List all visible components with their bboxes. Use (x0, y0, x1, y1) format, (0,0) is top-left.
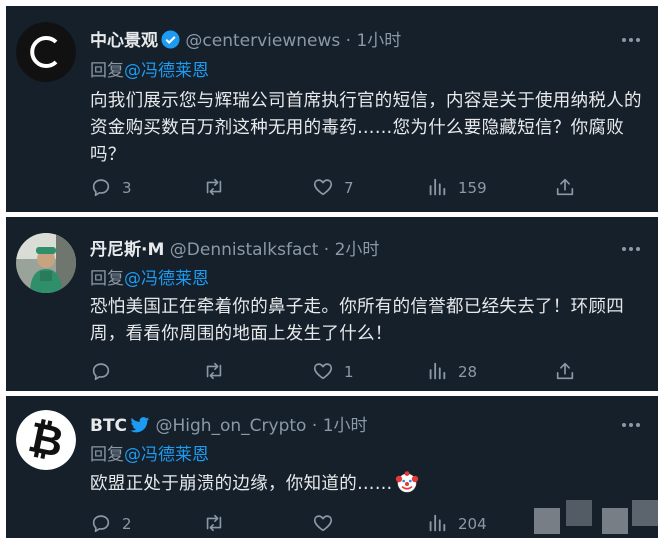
timestamp[interactable]: 2小时 (335, 240, 380, 260)
bar-chart-icon (429, 362, 446, 380)
more-options-icon[interactable] (622, 247, 640, 253)
tweet-2[interactable]: 丹尼斯·M @Dennistalksfact · 2小时 回复@冯德莱恩 恐怕美… (6, 217, 658, 391)
reply-to-link[interactable]: @冯德莱恩 (124, 61, 209, 81)
retweet-icon (206, 362, 222, 380)
reply-count: 2 (122, 515, 132, 533)
reply-count: 3 (122, 179, 132, 197)
heart-icon (313, 179, 333, 196)
retweet-icon (206, 178, 222, 196)
share-upload-icon (556, 178, 574, 196)
speech-bubble-icon (92, 363, 110, 381)
action-bar: 3 7 159 (90, 176, 590, 200)
tweet-header: BTC @High_on_Crypto · 1小时 (90, 415, 368, 440)
bar-chart-icon (429, 514, 446, 532)
view-count: 159 (458, 179, 487, 197)
tweet-text: 恐怕美国正在牵着你的鼻子走。你所有的信誉都已经失去了！环顾四周，看看你周围的地面… (90, 297, 624, 344)
like-count: 7 (344, 179, 354, 197)
reply-prefix: 回复 (90, 445, 124, 465)
bar-chart-icon (429, 178, 446, 196)
display-name[interactable]: 丹尼斯·M (90, 240, 164, 260)
view-count: 204 (458, 515, 487, 533)
watermark-blur (566, 500, 592, 526)
watermark-blur (632, 500, 658, 526)
action-bar: 1 28 (90, 360, 590, 384)
tweet-1[interactable]: 中心景观 @centerviewnews · 1小时 回复@冯德莱恩 向我们展示… (6, 6, 658, 212)
heart-icon (313, 515, 333, 532)
view-count: 28 (458, 363, 478, 381)
more-options-icon[interactable] (622, 38, 640, 44)
share-upload-icon (556, 362, 574, 380)
tweet-header: 丹尼斯·M @Dennistalksfact · 2小时 (90, 239, 379, 261)
profile-photo (16, 233, 76, 293)
user-handle[interactable]: @Dennistalksfact (170, 240, 319, 260)
more-options-icon[interactable] (622, 423, 640, 429)
bitcoin-logo: ₿ (16, 410, 76, 470)
action-bar: 2 204 (90, 512, 590, 536)
speech-bubble-icon (92, 179, 110, 197)
centerview-logo (16, 22, 76, 82)
reply-context: 回复@冯德莱恩 (90, 444, 209, 466)
user-handle[interactable]: @High_on_Crypto (155, 416, 306, 436)
reply-to-link[interactable]: @冯德莱恩 (124, 269, 209, 289)
tweet-text-container: 欧盟正处于崩溃的边缘，你知道的…… (90, 470, 646, 498)
tweet-header: 中心景观 @centerviewnews · 1小时 (90, 30, 401, 55)
avatar[interactable] (16, 233, 76, 293)
reply-context: 回复@冯德莱恩 (90, 268, 209, 290)
separator-dot: · (345, 31, 352, 51)
reply-prefix: 回复 (90, 61, 124, 81)
tweet-text: 欧盟正处于崩溃的边缘，你知道的…… (90, 474, 393, 494)
tweet-3[interactable]: ₿ BTC @High_on_Crypto · 1小时 回复@冯德莱恩 欧盟正处… (6, 396, 658, 538)
reply-to-link[interactable]: @冯德莱恩 (124, 445, 209, 465)
reply-context: 回复@冯德莱恩 (90, 60, 209, 82)
heart-icon (313, 363, 333, 380)
watermark-blur (602, 508, 628, 534)
tweet-text: 向我们展示您与辉瑞公司首席执行官的短信，内容是关于使用纳税人的资金购买数百万剂这… (90, 91, 642, 165)
separator-dot: · (323, 240, 330, 260)
separator-dot: · (311, 416, 318, 436)
tweet-replies-panel: 中心景观 @centerviewnews · 1小时 回复@冯德莱恩 向我们展示… (6, 6, 658, 538)
avatar[interactable] (16, 22, 76, 82)
twitter-bird-icon (130, 416, 150, 440)
timestamp[interactable]: 1小时 (323, 416, 368, 436)
verified-badge-icon (161, 30, 180, 55)
speech-bubble-icon (92, 515, 110, 533)
reply-prefix: 回复 (90, 269, 124, 289)
display-name[interactable]: BTC (90, 416, 127, 436)
avatar[interactable]: ₿ (16, 410, 76, 470)
like-count: 1 (344, 363, 354, 381)
timestamp[interactable]: 1小时 (356, 31, 401, 51)
retweet-icon (206, 514, 222, 532)
user-handle[interactable]: @centerviewnews (185, 31, 340, 51)
display-name[interactable]: 中心景观 (90, 31, 158, 51)
clown-face-emoji-icon (395, 470, 419, 494)
watermark-blur (534, 508, 560, 534)
